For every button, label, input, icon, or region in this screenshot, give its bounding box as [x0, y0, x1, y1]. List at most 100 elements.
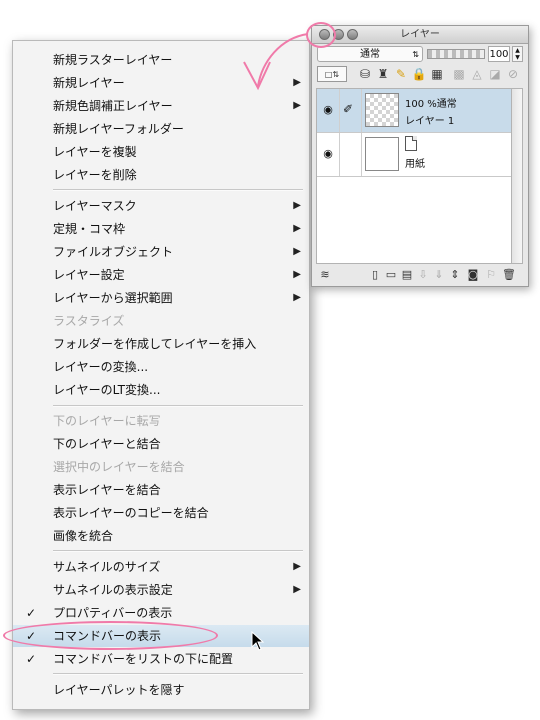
menu-item-layer-mask[interactable]: レイヤーマスク ▶: [13, 195, 309, 217]
highlight-ellipse-small: [306, 22, 336, 48]
menu-item-label: 新規ラスターレイヤー: [53, 53, 173, 67]
palette-titlebar[interactable]: レイヤー: [312, 26, 528, 44]
menu-item-label: レイヤーから選択範囲: [53, 291, 173, 305]
eye-icon[interactable]: ◉: [321, 103, 335, 117]
layer-stack-icon[interactable]: ≋: [318, 267, 332, 282]
layer-color-select[interactable]: □⇅: [317, 66, 347, 82]
menu-item-rasterize[interactable]: ラスタライズ: [13, 310, 309, 332]
transfer-down-icon[interactable]: ⇩: [416, 267, 430, 282]
layer-palette: レイヤー 通常 ⇅ 100 ▲ ▼ □⇅ ⛁ ♜ ✎ 🔒 ▦ ▩ ◬ ◪ ⊘ ◉ …: [311, 25, 529, 287]
menu-item-hide-layer-palette[interactable]: レイヤーパレットを隠す: [13, 679, 309, 701]
menu-item-label: コマンドバーをリストの下に配置: [53, 652, 234, 666]
column-divider: [339, 89, 340, 132]
lock-icon[interactable]: 🔒: [411, 66, 427, 82]
submenu-arrow-icon: ▶: [293, 269, 301, 280]
dropdown-arrows-icon: ⇅: [412, 50, 419, 59]
submenu-arrow-icon: ▶: [293, 561, 301, 572]
menu-item-create-folder-insert[interactable]: フォルダーを作成してレイヤーを挿入: [13, 333, 309, 355]
menu-item-label: レイヤー設定: [53, 268, 125, 282]
submenu-arrow-icon: ▶: [293, 292, 301, 303]
menu-item-label: レイヤーのLT変換...: [53, 383, 161, 397]
menu-item-convert-layer[interactable]: レイヤーの変換...: [13, 356, 309, 378]
ruler-area-icon[interactable]: ⊘: [505, 66, 521, 82]
menu-item-label: レイヤーを複製: [53, 145, 137, 159]
layer-row[interactable]: ◉ 用紙: [317, 133, 511, 177]
palette-close-button[interactable]: [347, 29, 358, 40]
menu-item-new-raster-layer[interactable]: 新規ラスターレイヤー: [13, 49, 309, 71]
menu-item-new-correction-layer[interactable]: 新規色調補正レイヤー ▶: [13, 95, 309, 117]
menu-item-selection-from-layer[interactable]: レイヤーから選択範囲 ▶: [13, 287, 309, 309]
blend-mode-select[interactable]: 通常 ⇅: [317, 46, 423, 62]
layer-thumbnail: [365, 93, 399, 127]
checkmark-icon: ✓: [26, 606, 37, 620]
menu-item-label: 表示レイヤーのコピーを結合: [53, 506, 209, 520]
layer-list: ◉ ✐ 100 %通常 レイヤー 1 ◉ 用紙: [316, 88, 512, 264]
new-folder-icon[interactable]: ▤: [400, 267, 414, 282]
menu-item-new-layer-folder[interactable]: 新規レイヤーフォルダー: [13, 118, 309, 140]
menu-separator: [53, 673, 303, 675]
eye-icon[interactable]: ◉: [321, 147, 335, 161]
menu-item-label: 表示レイヤーを結合: [53, 483, 161, 497]
merge-visible-icon[interactable]: ⇕: [448, 267, 462, 282]
mouse-cursor-icon: [251, 631, 265, 651]
ruler-enable-icon[interactable]: ◬: [469, 66, 485, 82]
merge-down-icon[interactable]: ⇓: [432, 267, 446, 282]
opacity-input[interactable]: 100: [488, 46, 510, 62]
trash-icon[interactable]: 🗑: [502, 267, 516, 282]
menu-item-label: 下のレイヤーと結合: [53, 437, 161, 451]
layer-thumbnail: [365, 137, 399, 171]
layer-command-bar: ≋ ▯ ▭ ▤ ⇩ ⇓ ⇕ ◙ ⚐ 🗑: [316, 266, 524, 284]
draft-layer-icon[interactable]: ✎: [393, 66, 409, 82]
menu-separator: [53, 550, 303, 552]
menu-item-label: フォルダーを作成してレイヤーを挿入: [53, 337, 257, 351]
menu-item-label: ラスタライズ: [53, 314, 125, 328]
menu-item-duplicate-layer[interactable]: レイヤーを複製: [13, 141, 309, 163]
menu-item-flatten-image[interactable]: 画像を統合: [13, 525, 309, 547]
layer-row[interactable]: ◉ ✐ 100 %通常 レイヤー 1: [317, 89, 511, 133]
menu-item-thumbnail-display[interactable]: サムネイルの表示設定 ▶: [13, 579, 309, 601]
menu-item-file-object[interactable]: ファイルオブジェクト ▶: [13, 241, 309, 263]
menu-item-thumbnail-size[interactable]: サムネイルのサイズ ▶: [13, 556, 309, 578]
clip-icon[interactable]: ⛁: [357, 66, 373, 82]
menu-item-merge-with-lower[interactable]: 下のレイヤーと結合: [13, 433, 309, 455]
new-raster-layer-icon[interactable]: ▯: [368, 267, 382, 282]
mask-enable-icon[interactable]: ▩: [451, 66, 467, 82]
menu-item-label: 新規色調補正レイヤー: [53, 99, 173, 113]
paper-layer-icon: [405, 136, 417, 151]
highlight-ellipse: [3, 621, 218, 650]
submenu-arrow-icon: ▶: [293, 246, 301, 257]
menu-item-label: レイヤーパレットを隠す: [53, 683, 185, 697]
menu-item-layer-settings[interactable]: レイヤー設定 ▶: [13, 264, 309, 286]
menu-item-ruler-frame[interactable]: 定規・コマ枠 ▶: [13, 218, 309, 240]
lock-transparency-icon[interactable]: ▦: [429, 66, 445, 82]
create-mask-icon[interactable]: ◙: [466, 267, 480, 282]
checkmark-icon: ✓: [26, 652, 37, 666]
blend-mode-value: 通常: [360, 49, 380, 60]
opacity-slider[interactable]: [427, 49, 485, 59]
menu-item-delete-layer[interactable]: レイヤーを削除: [13, 164, 309, 186]
menu-item-merge-visible[interactable]: 表示レイヤーを結合: [13, 479, 309, 501]
menu-item-label: 新規レイヤー: [53, 76, 125, 90]
submenu-arrow-icon: ▶: [293, 77, 301, 88]
submenu-arrow-icon: ▶: [293, 584, 301, 595]
menu-item-label: ファイルオブジェクト: [53, 245, 174, 259]
apply-mask-icon[interactable]: ⚐: [484, 267, 498, 282]
menu-item-new-layer[interactable]: 新規レイヤー ▶: [13, 72, 309, 94]
reference-layer-icon[interactable]: ♜: [375, 66, 391, 82]
menu-item-command-bar-below-list[interactable]: ✓ コマンドバーをリストの下に配置: [13, 648, 309, 670]
menu-item-label: プロパティバーの表示: [53, 606, 173, 620]
palette-title: レイヤー: [400, 29, 440, 40]
menu-item-label: 選択中のレイヤーを結合: [53, 460, 185, 474]
menu-item-merge-visible-copy[interactable]: 表示レイヤーのコピーを結合: [13, 502, 309, 524]
column-divider: [361, 133, 362, 176]
menu-item-transfer-to-lower[interactable]: 下のレイヤーに転写: [13, 410, 309, 432]
menu-item-lt-convert[interactable]: レイヤーのLT変換...: [13, 379, 309, 401]
menu-item-merge-selected[interactable]: 選択中のレイヤーを結合: [13, 456, 309, 478]
new-vector-layer-icon[interactable]: ▭: [384, 267, 398, 282]
layer-list-scrollbar[interactable]: [512, 88, 523, 264]
mask-area-icon[interactable]: ◪: [487, 66, 503, 82]
menu-separator: [53, 189, 303, 191]
menu-item-show-property-bar[interactable]: ✓ プロパティバーの表示: [13, 602, 309, 624]
menu-item-label: レイヤーの変換...: [53, 360, 149, 374]
opacity-stepper[interactable]: ▲ ▼: [512, 46, 523, 62]
